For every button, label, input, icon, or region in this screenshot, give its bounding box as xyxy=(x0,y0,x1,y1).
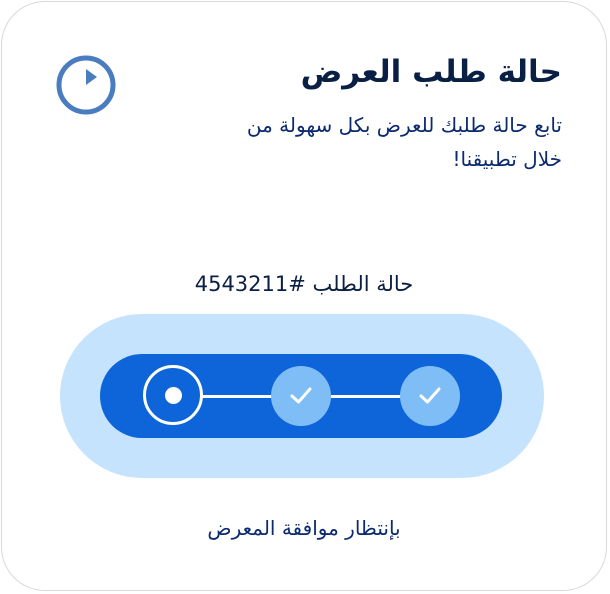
order-number-label: حالة الطلب #4543211 xyxy=(194,272,414,296)
status-text: بإنتظار موافقة المعرض xyxy=(207,516,401,540)
step-completed-indicator xyxy=(400,366,460,426)
card-subtitle: تابع حالة طلبك للعرض بكل سهولة من خلال ت… xyxy=(246,113,562,171)
check-icon xyxy=(419,387,441,404)
radio-dot-icon xyxy=(164,386,182,404)
progress-connector-line xyxy=(330,395,402,398)
progress-connector-line xyxy=(201,395,273,398)
order-status-card: حالة طلب العرض تابع حالة طلبك للعرض بكل … xyxy=(1,1,607,591)
step-completed-indicator xyxy=(271,366,331,426)
check-icon xyxy=(290,387,312,404)
card-title: حالة طلب العرض xyxy=(300,54,562,90)
clock-icon xyxy=(56,55,116,115)
step-current-indicator xyxy=(143,365,203,425)
